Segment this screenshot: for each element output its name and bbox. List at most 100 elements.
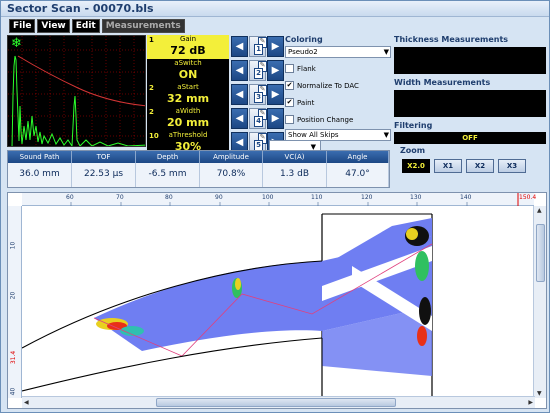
param-row-aswitch: aSwitch ON ◀ ✎ 2 ▶ [147, 59, 287, 83]
h-tick-label: 140 [460, 194, 472, 201]
v-tick-label: 20 [9, 291, 17, 300]
param-slot: 4 [254, 116, 263, 127]
scroll-down-icon[interactable]: ▼ [537, 390, 542, 397]
param-label: aSwitch [174, 59, 202, 67]
param-awidth[interactable]: 2 aWidth 20 mm [147, 107, 229, 131]
decrease-arrow-icon[interactable]: ◀ [231, 84, 248, 105]
horizontal-ruler: 60 70 80 90 100 110 120 130 140 150.4 [22, 193, 537, 206]
ascan-signal [11, 55, 145, 146]
h-tick-label: 70 [116, 194, 124, 201]
param-label: aStart [177, 83, 199, 91]
param-slot: 3 [254, 92, 263, 103]
zoom-panel: Zoom X2.0 X1 X2 X3 [394, 146, 546, 190]
readout-header: VC(A) [263, 151, 327, 163]
option-label: Position Change [297, 115, 354, 124]
h-tick-label: 110 [311, 194, 323, 201]
option-paint[interactable]: ✔ Paint [285, 96, 391, 109]
scan-image [21, 213, 433, 398]
option-normalize-dac[interactable]: ✔ Normalize To DAC [285, 79, 391, 92]
readout-header: Amplitude [200, 151, 263, 163]
filtering-title: Filtering [394, 121, 433, 130]
filtering-toggle[interactable]: OFF [394, 132, 546, 144]
increase-arrow-icon[interactable]: ▶ [267, 36, 284, 57]
param-row-awidth: 2 aWidth 20 mm ◀ ✎ 4 ▶ [147, 107, 287, 131]
v-tick-label: 10 [9, 241, 17, 250]
v-tick-label: 40 [9, 387, 17, 396]
decrease-arrow-icon[interactable]: ◀ [231, 108, 248, 129]
param-value: 20 mm [166, 116, 210, 129]
dac-curve [17, 55, 145, 107]
increase-arrow-icon[interactable]: ▶ [267, 60, 284, 81]
window-title: Sector Scan - 00070.bls [7, 2, 154, 15]
param-value: 32 mm [166, 92, 210, 105]
option-flank[interactable]: Flank [285, 62, 391, 75]
width-title: Width Measurements [394, 78, 491, 87]
param-slot-button[interactable]: ✎ 2 [249, 60, 267, 81]
menu-file[interactable]: File [9, 19, 36, 33]
h-tick-label: 100 [262, 194, 274, 201]
palette-select[interactable]: Pseudo2 ▼ [285, 46, 391, 58]
zoom-x2-0-button[interactable]: X2.0 [402, 159, 430, 173]
param-arrows: ◀ ✎ 4 ▶ [231, 108, 284, 129]
increase-arrow-icon[interactable]: ▶ [267, 108, 284, 129]
param-slot: 2 [254, 68, 263, 79]
h-tick-label: 130 [410, 194, 422, 201]
increase-arrow-icon[interactable]: ▶ [267, 84, 284, 105]
param-arrows: ◀ ✎ 3 ▶ [231, 84, 284, 105]
h-cursor-label: 150.4 [519, 194, 537, 201]
title-bar: Sector Scan - 00070.bls [1, 1, 549, 17]
menu-bar: File View Edit Measurements [9, 19, 185, 33]
readout-sound-path: Sound Path 36.0 mm [8, 151, 72, 189]
readout-header: TOF [72, 151, 136, 163]
param-label: aWidth [175, 107, 201, 115]
param-aswitch[interactable]: aSwitch ON [147, 59, 229, 83]
vertical-scroll-thumb[interactable] [536, 224, 545, 282]
param-gain[interactable]: 1 Gain 72 dB [147, 35, 229, 59]
option-position-change[interactable]: Position Change [285, 113, 391, 126]
readout-vca: VC(A) 1.3 dB [263, 151, 327, 189]
menu-edit[interactable]: Edit [71, 19, 100, 33]
decrease-arrow-icon[interactable]: ◀ [231, 36, 248, 57]
zoom-x2-button[interactable]: X2 [466, 159, 494, 173]
scroll-right-icon[interactable]: ▶ [528, 399, 533, 406]
sector-scan-view[interactable]: 60 70 80 90 100 110 120 130 140 150.4 10… [7, 192, 547, 409]
coloring-panel: Coloring Pseudo2 ▼ Flank ✔ Normalize To … [285, 35, 391, 141]
zoom-x1-button[interactable]: X1 [434, 159, 462, 173]
param-slot-button[interactable]: ✎ 4 [249, 108, 267, 129]
readout-table: Sound Path 36.0 mm TOF 22.53 µs Depth -6… [7, 150, 390, 188]
h-tick-label: 60 [66, 194, 74, 201]
param-arrows: ◀ ✎ 1 ▶ [231, 36, 284, 57]
param-arrows: ◀ ✎ 2 ▶ [231, 60, 284, 81]
menu-view[interactable]: View [37, 19, 70, 33]
readout-value: 1.3 dB [263, 163, 327, 187]
ascan-display[interactable]: ❄ [7, 35, 146, 147]
decrease-arrow-icon[interactable]: ◀ [231, 60, 248, 81]
h-tick-label: 80 [165, 194, 173, 201]
horizontal-scroll-thumb[interactable] [156, 398, 396, 407]
readout-tof: TOF 22.53 µs [72, 151, 136, 189]
readout-depth: Depth -6.5 mm [136, 151, 200, 189]
h-tick-label: 90 [215, 194, 223, 201]
parameter-panel: 1 Gain 72 dB ◀ ✎1 ▶ aSwitch ON ◀ ✎2 ▶ [147, 35, 287, 155]
readout-header: Angle [327, 151, 389, 163]
menu-measurements[interactable]: Measurements [101, 19, 185, 33]
vertical-scrollbar[interactable]: ▲ ▼ [533, 206, 546, 398]
checkbox-checked[interactable]: ✔ [285, 98, 294, 107]
horizontal-scrollbar[interactable]: ◀ ▶ [22, 396, 535, 408]
param-slot-button[interactable]: ✎ 1 [249, 36, 267, 57]
checkbox-checked[interactable]: ✔ [285, 81, 294, 90]
zoom-x3-button[interactable]: X3 [498, 159, 526, 173]
chevron-down-icon: ▼ [383, 131, 389, 139]
scroll-up-icon[interactable]: ▲ [537, 207, 542, 214]
checkbox[interactable] [285, 115, 294, 124]
param-astart[interactable]: 2 aStart 32 mm [147, 83, 229, 107]
param-slot-button[interactable]: ✎ 3 [249, 84, 267, 105]
readout-value: 47.0° [327, 163, 389, 187]
readout-value: 36.0 mm [8, 163, 72, 187]
h-tick-label: 120 [361, 194, 373, 201]
ruler-ticks [70, 193, 519, 206]
scroll-left-icon[interactable]: ◀ [24, 399, 29, 406]
scan-canvas[interactable] [21, 206, 535, 398]
snowflake-icon[interactable]: ❄ [11, 37, 22, 50]
checkbox[interactable] [285, 64, 294, 73]
